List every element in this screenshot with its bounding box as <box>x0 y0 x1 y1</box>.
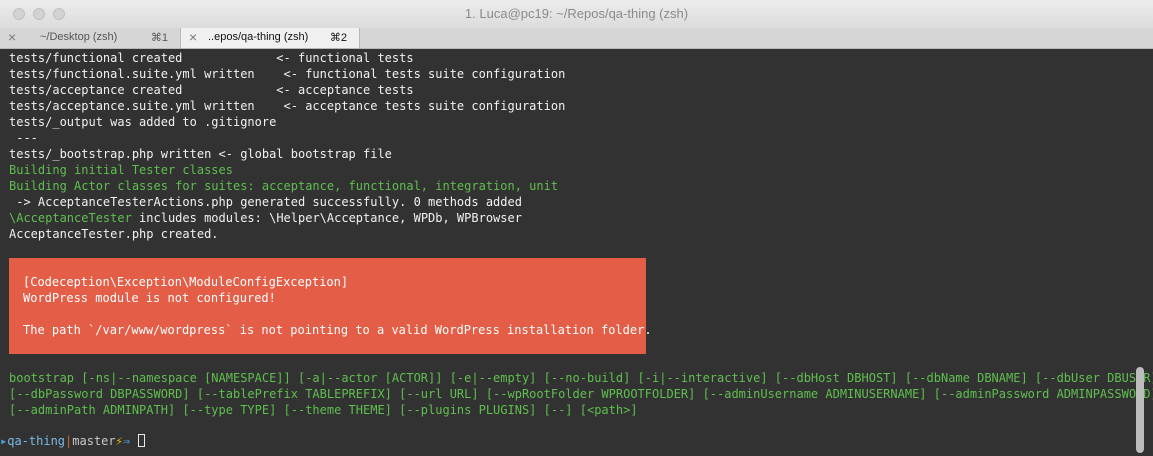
prompt-directory: qa-thing <box>7 434 66 448</box>
prompt-git-branch: master <box>72 434 116 448</box>
text-cursor[interactable] <box>138 434 146 447</box>
output-line: tests/functional created <- functional t… <box>9 51 414 65</box>
title-bar: 1. Luca@pc19: ~/Repos/qa-thing (zsh) <box>0 0 1153 29</box>
tab-bar: × ~/Desktop (zsh) ⌘1 × ..epos/qa-thing (… <box>0 28 1153 49</box>
error-box: [Codeception\Exception\ModuleConfigExcep… <box>9 258 652 354</box>
close-tab-icon[interactable]: × <box>8 29 16 45</box>
vertical-scrollbar[interactable] <box>1136 367 1144 453</box>
usage-line: [--dbPassword DBPASSWORD] [--tablePrefix… <box>9 387 1153 401</box>
terminal-output[interactable]: tests/functional created <- functional t… <box>0 49 1153 456</box>
output-line: -> AcceptanceTesterActions.php generated… <box>9 195 522 209</box>
prompt-arrow-icon: ⇒ <box>122 434 131 448</box>
output-line: tests/functional.suite.yml written <- fu… <box>9 67 566 81</box>
output-line: --- <box>9 131 38 145</box>
usage-line: bootstrap [-ns|--namespace [NAMESPACE]] … <box>9 371 1153 385</box>
output-line-green: Building initial Tester classes <box>9 163 233 177</box>
output-line: tests/acceptance created <- acceptance t… <box>9 83 414 97</box>
output-line: tests/_output was added to .gitignore <box>9 115 277 129</box>
error-detail: The path `/var/www/wordpress` is not poi… <box>23 323 652 337</box>
tab-shortcut: ⌘2 <box>329 32 347 44</box>
output-line-green: Building Actor classes for suites: accep… <box>9 179 559 193</box>
close-tab-icon[interactable]: × <box>189 29 197 45</box>
usage-line: [--adminPath ADMINPATH] [--type TYPE] [-… <box>9 403 638 417</box>
lightning-icon: ⚡ <box>115 434 123 448</box>
output-line: tests/_bootstrap.php written <- global b… <box>9 147 392 161</box>
tab-shortcut: ⌘1 <box>150 32 168 44</box>
tab-desktop[interactable]: × ~/Desktop (zsh) ⌘1 <box>0 28 180 48</box>
shell-prompt[interactable]: ▸qa-thing|master⚡⇒ <box>0 433 146 449</box>
output-line: tests/acceptance.suite.yml written <- ac… <box>9 99 566 113</box>
window-title: 1. Luca@pc19: ~/Repos/qa-thing (zsh) <box>464 6 689 21</box>
output-line: AcceptanceTester.php created. <box>9 227 219 241</box>
error-message: WordPress module is not configured! <box>23 291 276 305</box>
includes-modules: includes modules: \Helper\Acceptance, WP… <box>131 211 522 225</box>
tab-qa-thing[interactable]: × ..epos/qa-thing (zsh) ⌘2 <box>180 28 360 48</box>
terminal-window: 1. Luca@pc19: ~/Repos/qa-thing (zsh) × ~… <box>0 0 1153 456</box>
tab-label: ~/Desktop (zsh) <box>40 31 118 43</box>
includes-class: \AcceptanceTester <box>9 211 132 225</box>
output-line: \AcceptanceTester includes modules: \Hel… <box>9 210 522 226</box>
error-exception: [Codeception\Exception\ModuleConfigExcep… <box>23 275 349 289</box>
tab-label: ..epos/qa-thing (zsh) <box>208 31 309 43</box>
